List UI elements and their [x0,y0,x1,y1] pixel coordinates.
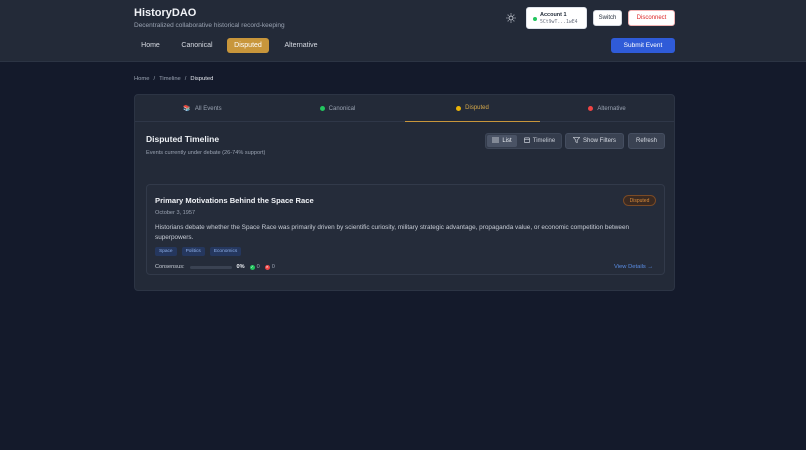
tag[interactable]: Economics [209,247,242,256]
app-title: HistoryDAO [134,7,197,19]
refresh-button[interactable]: Refresh [628,133,665,149]
filter-tabs: 📚 All Events Canonical Disputed Alternat… [135,95,674,122]
tab-label: Disputed [465,105,489,111]
tab-label: Canonical [328,105,356,112]
breadcrumb: Home / Timeline / Disputed [134,76,213,82]
app-subtitle: Decentralized collaborative historical r… [134,22,285,29]
consensus-row: Consensus: 0% ✓ 0 ✕ 0 [155,264,275,270]
timeline-view-button[interactable]: Timeline [518,135,561,147]
list-view-button[interactable]: List [487,135,517,147]
books-icon: 📚 [183,106,191,112]
event-date: October 3, 1957 [155,210,196,216]
nav-item-home[interactable]: Home [134,38,167,53]
nav-item-disputed[interactable]: Disputed [227,38,269,53]
show-filters-label: Show Filters [582,138,616,144]
breadcrumb-home[interactable]: Home [134,76,149,82]
disconnect-button[interactable]: Disconnect [628,10,675,26]
app-header: HistoryDAO Decentralized collaborative h… [0,0,806,62]
filter-icon [572,137,581,145]
breadcrumb-current: Disputed [190,76,214,82]
timeline-view-label: Timeline [532,138,556,144]
green-dot-icon [319,106,325,111]
yellow-dot-icon [456,105,462,111]
tab-alternative[interactable]: Alternative [540,95,674,122]
x-circle-icon: ✕ [264,264,270,270]
switch-account-button[interactable]: Switch [593,10,622,26]
list-icon [492,137,500,145]
event-description: Historians debate whether the Space Race… [155,224,630,241]
upvote-count[interactable]: ✓ 0 [249,264,260,270]
status-badge: Disputed [623,195,656,206]
tab-label: Alternative [597,105,626,112]
upvote-value: 0 [256,264,260,270]
consensus-bar [189,265,232,269]
check-circle-icon: ✓ [249,264,255,270]
sun-icon[interactable] [504,11,518,25]
tag[interactable]: Space [155,247,177,256]
tag[interactable]: Politics [181,247,205,256]
account-name: Account 1 [540,12,567,18]
event-card[interactable]: Primary Motivations Behind the Space Rac… [146,184,665,275]
breadcrumb-separator: / [184,76,187,82]
list-view-label: List [502,138,512,144]
submit-event-button[interactable]: Submit Event [611,38,675,53]
nav-item-canonical[interactable]: Canonical [176,38,218,53]
breadcrumb-separator: / [153,76,156,82]
timeline-panel: 📚 All Events Canonical Disputed Alternat… [134,94,675,291]
tag-list: Space Politics Economics [155,247,242,256]
account-card[interactable]: Account 1 5Ct9wT...1wE4 [526,7,587,29]
breadcrumb-timeline[interactable]: Timeline [159,76,181,82]
calendar-icon [523,137,530,145]
event-title[interactable]: Primary Motivations Behind the Space Rac… [155,196,314,205]
view-toggle: List Timeline [485,133,562,149]
tab-canonical[interactable]: Canonical [270,95,405,122]
account-status-dot [533,17,537,21]
account-address: 5Ct9wT...1wE4 [540,20,578,25]
consensus-percent: 0% [236,264,245,270]
show-filters-button[interactable]: Show Filters [565,133,624,149]
section-subtitle: Events currently under debate (26-74% su… [146,150,266,156]
nav-item-alternative[interactable]: Alternative [278,38,324,53]
downvote-count[interactable]: ✕ 0 [264,264,275,270]
tab-disputed[interactable]: Disputed [405,95,540,122]
red-dot-icon [588,106,594,111]
consensus-label: Consensus: [155,264,185,270]
downvote-value: 0 [271,264,275,270]
section-title: Disputed Timeline [146,134,220,144]
tab-label: All Events [194,105,222,112]
view-details-link[interactable]: View Details → [614,264,653,270]
tab-all-events[interactable]: 📚 All Events [135,95,270,122]
